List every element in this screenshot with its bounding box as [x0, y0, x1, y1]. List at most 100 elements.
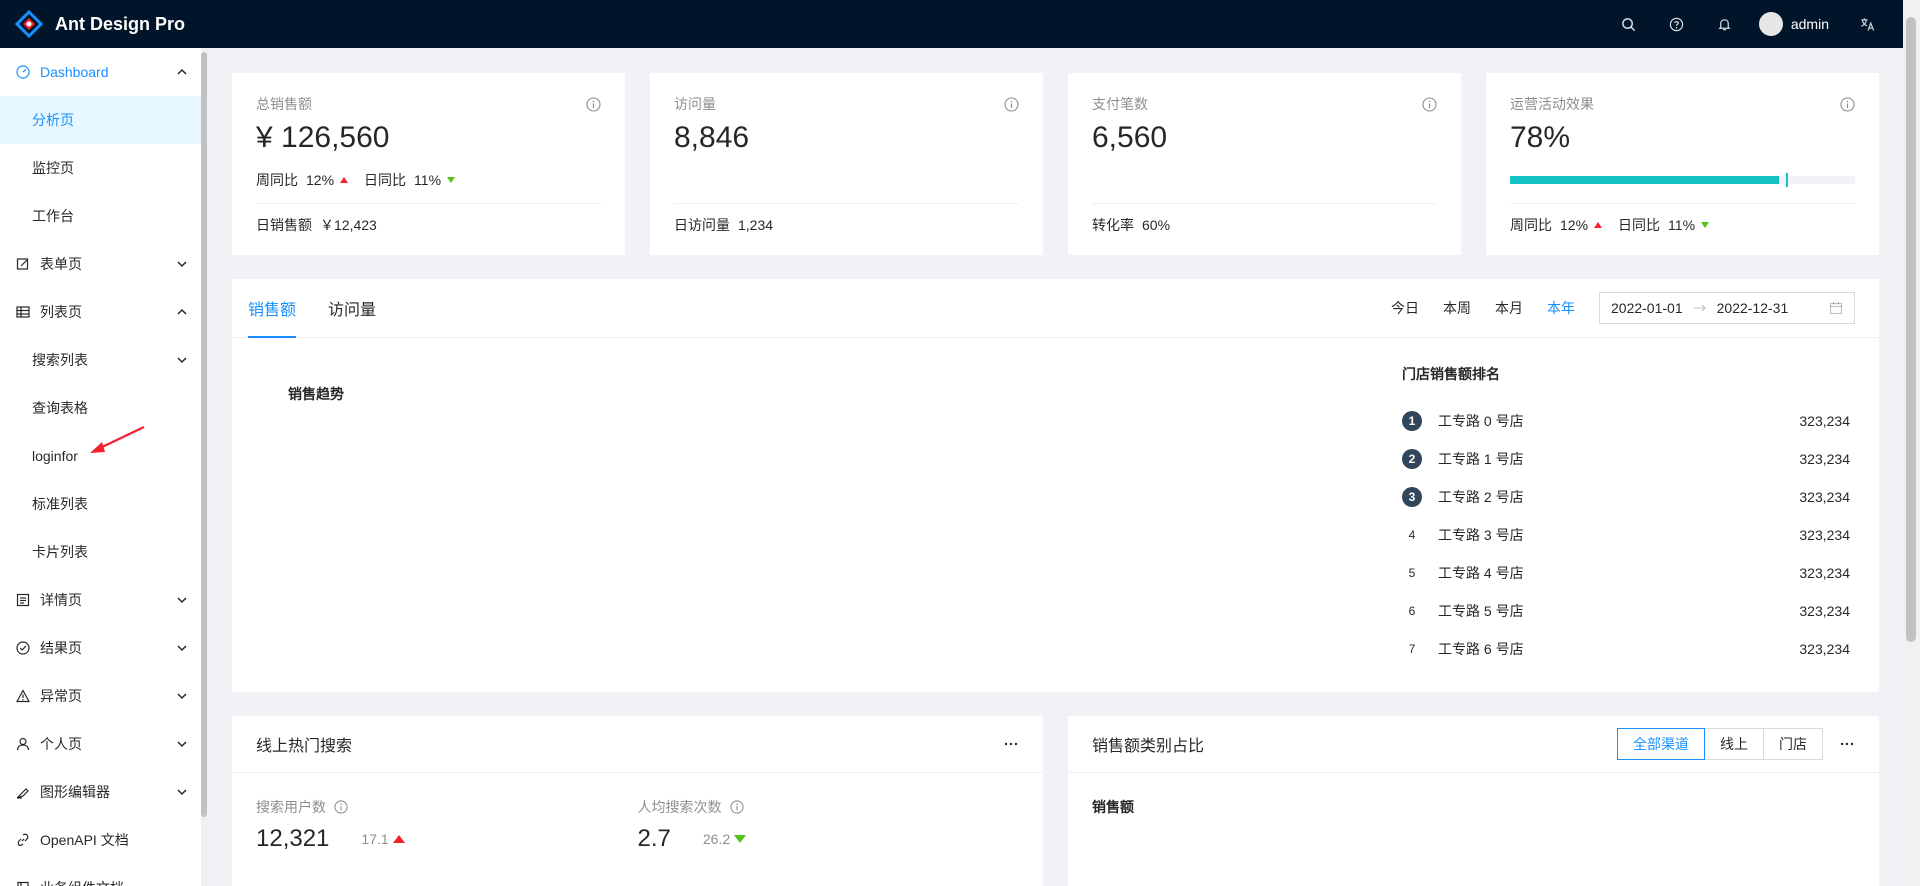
- sidebar-item-search-list[interactable]: 搜索列表: [0, 336, 208, 384]
- sidebar-item-label: 异常页: [40, 688, 82, 704]
- highlight-icon: [16, 785, 30, 799]
- avatar: [1758, 12, 1783, 36]
- progress-bar: [1510, 157, 1855, 203]
- stat-card-visits: 访问量 8,846 日访问量 1,234: [650, 73, 1043, 255]
- range-week[interactable]: 本周: [1443, 298, 1471, 318]
- sidebar-item-label: 查询表格: [32, 400, 88, 416]
- translation-icon[interactable]: [1843, 0, 1891, 48]
- trend-value: 12%: [306, 172, 335, 188]
- store-name: 工专路 0 号店: [1438, 413, 1524, 429]
- sidebar-item-workplace[interactable]: 工作台: [0, 192, 208, 240]
- stat-value: 2.7: [637, 825, 671, 852]
- warning-icon: [16, 689, 30, 703]
- footer-label: 转化率: [1092, 216, 1134, 233]
- segment-online[interactable]: 线上: [1704, 728, 1764, 760]
- sidebar-item-monitor[interactable]: 监控页: [0, 144, 208, 192]
- trend-value: 11%: [414, 172, 442, 188]
- trend-label: 日同比: [364, 172, 407, 188]
- stat-label: 人均搜索次数: [637, 799, 722, 815]
- stat-value: ¥ 126,560: [256, 121, 390, 154]
- trend-dod: 日同比 11%: [364, 170, 456, 190]
- sidebar-item-account[interactable]: 个人页: [0, 720, 208, 768]
- ellipsis-icon[interactable]: [1003, 736, 1019, 752]
- store-name: 工专路 5 号店: [1438, 603, 1524, 619]
- info-icon[interactable]: [334, 800, 348, 814]
- sidebar-scrollbar-thumb[interactable]: [201, 52, 207, 817]
- chart-title: 销售趋势: [288, 386, 344, 402]
- info-icon[interactable]: [586, 96, 601, 112]
- table-icon: [16, 305, 30, 319]
- search-icon[interactable]: [1605, 0, 1653, 48]
- rank-number: 2: [1402, 449, 1422, 469]
- date-start[interactable]: 2022-01-01: [1611, 300, 1683, 316]
- store-value: 323,234: [1799, 413, 1850, 429]
- rank-list: 1 工专路 0 号店 323,234 2 工专路 1 号店 323,234 3 工专路 2…: [1402, 402, 1850, 668]
- caret-down-icon: [1701, 221, 1710, 228]
- chevron-up-icon: [176, 66, 188, 78]
- sidebar-item-basic-list[interactable]: 标准列表: [0, 480, 208, 528]
- book-icon: [16, 881, 30, 886]
- page-scrollbar-thumb[interactable]: [1906, 17, 1916, 642]
- store-name: 工专路 1 号店: [1438, 451, 1524, 467]
- chevron-down-icon: [176, 642, 188, 654]
- sidebar-item-form[interactable]: 表单页: [0, 240, 208, 288]
- date-range-picker[interactable]: 2022-01-01 2022-12-31: [1599, 292, 1855, 324]
- chevron-down-icon: [176, 594, 188, 606]
- rank-number: 4: [1408, 528, 1416, 542]
- info-icon[interactable]: [1840, 96, 1855, 112]
- segment-stores[interactable]: 门店: [1763, 728, 1823, 760]
- trend-label: 周同比: [256, 172, 298, 188]
- tab-visits[interactable]: 访问量: [328, 279, 376, 337]
- bell-icon[interactable]: [1701, 0, 1749, 48]
- list-item: 3 工专路 2 号店 323,234: [1402, 478, 1850, 516]
- sidebar-item-dashboard[interactable]: Dashboard: [0, 48, 208, 96]
- range-year[interactable]: 本年: [1547, 298, 1575, 318]
- chevron-down-icon: [176, 354, 188, 366]
- range-today[interactable]: 今日: [1391, 298, 1419, 318]
- sidebar-item-result[interactable]: 结果页: [0, 624, 208, 672]
- sidebar-item-list[interactable]: 列表页: [0, 288, 208, 336]
- store-value: 323,234: [1799, 641, 1850, 657]
- calendar-icon: [1829, 301, 1843, 315]
- profile-icon: [16, 593, 30, 607]
- info-icon[interactable]: [1422, 96, 1437, 112]
- ellipsis-icon[interactable]: [1839, 736, 1855, 752]
- trend-value: 12%: [1560, 216, 1589, 233]
- stat-title: 总销售额: [256, 96, 312, 112]
- sidebar-item-label: 卡片列表: [32, 544, 88, 560]
- logo-icon: [15, 10, 43, 38]
- store-value: 323,234: [1799, 527, 1850, 543]
- info-icon[interactable]: [1004, 96, 1019, 112]
- sidebar-item-card-list[interactable]: 卡片列表: [0, 528, 208, 576]
- brand[interactable]: Ant Design Pro: [0, 0, 185, 48]
- user-menu[interactable]: admin: [1749, 0, 1843, 48]
- list-item: 2 工专路 1 号店 323,234: [1402, 440, 1850, 478]
- sidebar-item-openapi[interactable]: OpenAPI 文档: [0, 816, 208, 864]
- list-item: 5 工专路 4 号店 323,234: [1402, 554, 1850, 592]
- stat-value: 8,846: [674, 121, 750, 154]
- segment-all-channels[interactable]: 全部渠道: [1617, 728, 1705, 760]
- rank-number: 5: [1408, 566, 1416, 580]
- date-end[interactable]: 2022-12-31: [1717, 300, 1789, 316]
- tab-sales[interactable]: 销售额: [248, 279, 297, 338]
- info-icon[interactable]: [729, 800, 744, 814]
- chevron-down-icon: [176, 690, 188, 702]
- sidebar-item-label: 业务组件文档: [40, 878, 124, 886]
- question-icon[interactable]: [1653, 0, 1701, 48]
- arrow-right-icon: [1693, 301, 1707, 315]
- sidebar-item-analysis[interactable]: 分析页: [0, 96, 208, 144]
- sidebar-item-editor[interactable]: 图形编辑器: [0, 768, 208, 816]
- tab-label: 销售额: [248, 302, 297, 319]
- sidebar-item-label: 表单页: [40, 256, 82, 272]
- sidebar-item-profile[interactable]: 详情页: [0, 576, 208, 624]
- stat-sub: 26.2: [702, 831, 731, 847]
- chevron-down-icon: [176, 258, 188, 270]
- range-month[interactable]: 本月: [1495, 298, 1523, 318]
- trend-value: 11%: [1668, 216, 1696, 233]
- username: admin: [1790, 16, 1829, 32]
- sidebar-item-exception[interactable]: 异常页: [0, 672, 208, 720]
- sidebar-item-component-docs[interactable]: 业务组件文档: [0, 864, 208, 886]
- caret-up-icon: [392, 835, 405, 843]
- stat-value: 6,560: [1092, 121, 1168, 154]
- rank-title: 门店销售额排名: [1402, 366, 1500, 382]
